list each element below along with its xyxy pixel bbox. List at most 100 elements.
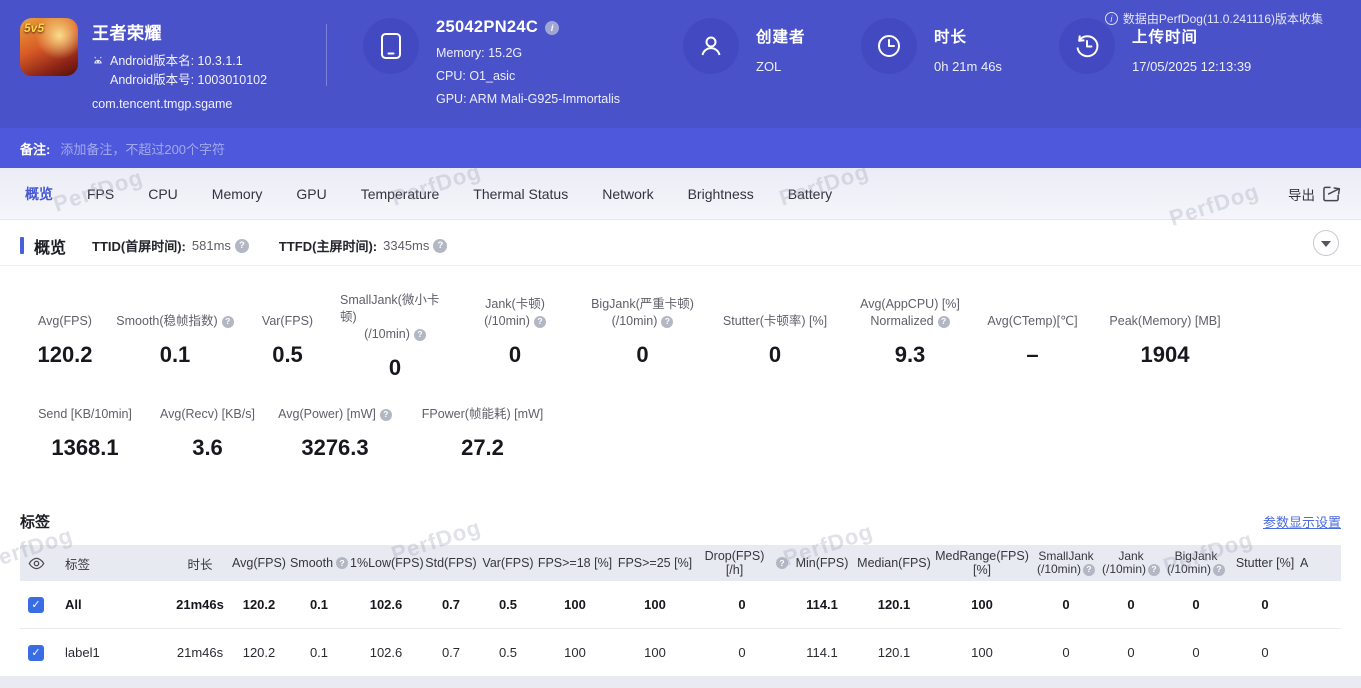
device-cpu: CPU: O1_asic	[436, 69, 620, 83]
remark-label: 备注:	[20, 139, 50, 158]
help-icon[interactable]	[222, 316, 234, 328]
tab-network[interactable]: Network	[585, 186, 670, 202]
section-title: 概览	[34, 234, 66, 258]
clock-icon	[861, 18, 917, 74]
perfdog-report-page: 数据由PerfDog(11.0.241116)版本收集 5v5 王者荣耀 And…	[0, 0, 1361, 688]
metric-avg-power: Avg(Power) [mW] 3276.3	[260, 405, 410, 461]
user-icon	[683, 18, 739, 74]
tab-thermal-status[interactable]: Thermal Status	[456, 186, 585, 202]
row-label: label1	[65, 645, 170, 660]
metric-peak-memory: Peak(Memory) [MB] 1904	[1090, 292, 1240, 381]
col-avg-fps[interactable]: Avg(FPS)	[230, 556, 288, 570]
help-icon[interactable]	[1213, 564, 1225, 576]
section-accent-bar	[20, 237, 24, 254]
creator-label: 创建者	[756, 25, 806, 47]
col-median-fps[interactable]: Median(FPS)	[856, 556, 932, 570]
metric-value: 0	[389, 355, 401, 381]
metric-avg-appcpu: Avg(AppCPU) [%] Normalized 9.3	[845, 292, 975, 381]
metric-value: 0	[509, 342, 521, 368]
cell-stutter: 0	[1230, 645, 1300, 660]
col-jank[interactable]: Jank(/10min)	[1100, 550, 1162, 576]
col-label[interactable]: 标签	[65, 554, 170, 573]
export-icon	[1322, 185, 1341, 202]
cell-drop: 0	[696, 645, 788, 660]
ttid-label: TTID(首屏时间):	[92, 236, 186, 255]
cell-avg-fps: 120.2	[230, 597, 288, 612]
col-fps-ge-18[interactable]: FPS>=18 [%]	[536, 556, 614, 570]
col-var-fps[interactable]: Var(FPS)	[480, 556, 536, 570]
chevron-down-icon	[1321, 241, 1331, 247]
header-divider	[326, 24, 327, 86]
help-icon[interactable]	[776, 557, 788, 569]
metric-value: 3.6	[192, 435, 223, 461]
device-memory: Memory: 15.2G	[436, 46, 620, 60]
app-block: 5v5 王者荣耀 Android版本名: 10.3.1.1 Android版本号…	[20, 18, 320, 111]
help-icon[interactable]	[336, 557, 348, 569]
col-drop-fps[interactable]: Drop(FPS) [/h]	[696, 549, 788, 577]
cell-stutter: 0	[1230, 597, 1300, 612]
phone-icon	[363, 18, 419, 74]
tab-memory[interactable]: Memory	[195, 186, 280, 202]
device-info-icon[interactable]	[545, 21, 559, 35]
upload-label: 上传时间	[1132, 25, 1251, 47]
col-duration[interactable]: 时长	[170, 554, 230, 573]
tab-temperature[interactable]: Temperature	[344, 186, 457, 202]
tab-battery[interactable]: Battery	[771, 186, 849, 202]
col-std-fps[interactable]: Std(FPS)	[422, 556, 480, 570]
col-min-fps[interactable]: Min(FPS)	[788, 556, 856, 570]
duration-label: 时长	[934, 25, 1002, 47]
row-checkbox[interactable]	[28, 645, 44, 661]
tab-gpu[interactable]: GPU	[279, 186, 343, 202]
help-icon[interactable]	[938, 316, 950, 328]
cell-smalljank: 0	[1032, 597, 1100, 612]
help-icon[interactable]	[1148, 564, 1160, 576]
tab-fps[interactable]: FPS	[70, 186, 131, 202]
col-bigjank[interactable]: BigJank(/10min)	[1162, 550, 1230, 576]
metric-smooth: Smooth(稳帧指数) 0.1	[115, 292, 235, 381]
col-1pct-low-fps[interactable]: 1%Low(FPS)	[350, 556, 422, 570]
metric-value: 1368.1	[51, 435, 118, 461]
col-medrange-fps[interactable]: MedRange(FPS)[%]	[932, 549, 1032, 577]
tab-brightness[interactable]: Brightness	[671, 186, 771, 202]
row-label: All	[65, 597, 170, 612]
col-fps-ge-25[interactable]: FPS>=25 [%]	[614, 556, 696, 570]
help-icon[interactable]	[661, 316, 673, 328]
cell-fps25: 100	[614, 597, 696, 612]
col-stutter[interactable]: Stutter [%]	[1230, 556, 1300, 570]
col-smalljank[interactable]: SmallJank(/10min)	[1032, 550, 1100, 576]
help-icon[interactable]	[1083, 564, 1095, 576]
help-icon[interactable]	[534, 316, 546, 328]
ttid-help-icon[interactable]	[235, 239, 249, 253]
tab-cpu[interactable]: CPU	[131, 186, 195, 202]
table-row-all: All 21m46s 120.2 0.1 102.6 0.7 0.5 100 1…	[20, 581, 1341, 629]
cell-jank: 0	[1100, 597, 1162, 612]
help-icon[interactable]	[414, 329, 426, 341]
cell-var: 0.5	[480, 645, 536, 660]
cell-medrange: 100	[932, 645, 1032, 660]
android-icon	[92, 56, 104, 68]
android-version-code: Android版本号: 1003010102	[110, 71, 267, 90]
metric-value: 3276.3	[301, 435, 368, 461]
help-icon[interactable]	[380, 409, 392, 421]
row-checkbox[interactable]	[28, 597, 44, 613]
app-badge: 5v5	[24, 21, 44, 35]
creator-value: ZOL	[756, 59, 806, 74]
collapse-section-button[interactable]	[1313, 230, 1339, 256]
param-display-settings-link[interactable]: 参数显示设置	[1263, 512, 1341, 531]
remark-input[interactable]: 添加备注，不超过200个字符	[60, 139, 225, 158]
cell-smalljank: 0	[1032, 645, 1100, 660]
export-button[interactable]: 导出	[1288, 168, 1341, 219]
col-truncated[interactable]: A	[1300, 556, 1340, 570]
tab-overview[interactable]: 概览	[8, 184, 70, 204]
table-row-label1: label1 21m46s 120.2 0.1 102.6 0.7 0.5 10…	[20, 629, 1341, 677]
visibility-eye-icon[interactable]	[20, 557, 65, 570]
cell-avg-fps: 120.2	[230, 645, 288, 660]
cell-fps18: 100	[536, 597, 614, 612]
metric-avg-recv: Avg(Recv) [KB/s] 3.6	[155, 405, 260, 461]
ttfd-help-icon[interactable]	[433, 239, 447, 253]
metric-value: 1904	[1141, 342, 1190, 368]
metric-value: 9.3	[895, 342, 926, 368]
cell-min: 114.1	[788, 645, 856, 660]
metric-jank: Jank(卡顿) (/10min) 0	[450, 292, 580, 381]
col-smooth[interactable]: Smooth	[288, 556, 350, 570]
